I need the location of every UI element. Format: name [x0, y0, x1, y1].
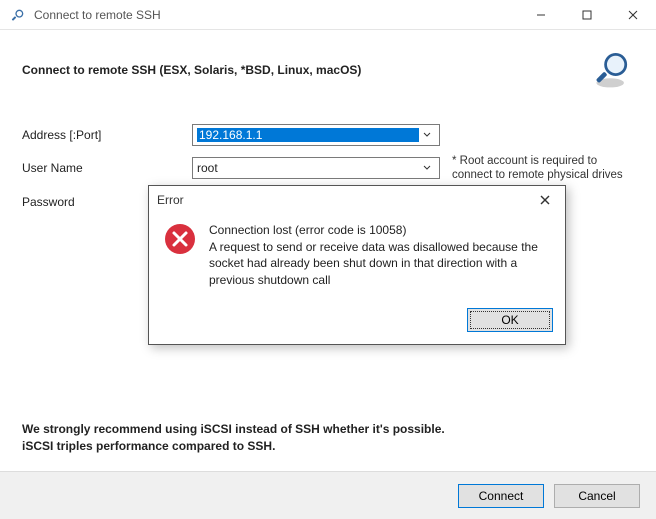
error-ok-button[interactable]: OK [467, 308, 553, 332]
error-dialog: Error Connection lost (error code is 100… [148, 185, 566, 345]
error-title: Error [157, 193, 184, 207]
error-titlebar: Error [149, 186, 565, 214]
error-close-button[interactable] [533, 190, 557, 210]
error-message: A request to send or receive data was di… [209, 239, 551, 289]
error-body: Connection lost (error code is 10058) A … [149, 214, 565, 302]
error-footer: OK [149, 302, 565, 344]
error-heading: Connection lost (error code is 10058) [209, 222, 551, 239]
modal-overlay: Error Connection lost (error code is 100… [0, 0, 656, 519]
error-text: Connection lost (error code is 10058) A … [209, 222, 551, 288]
error-icon [163, 222, 197, 256]
close-icon [540, 195, 550, 205]
